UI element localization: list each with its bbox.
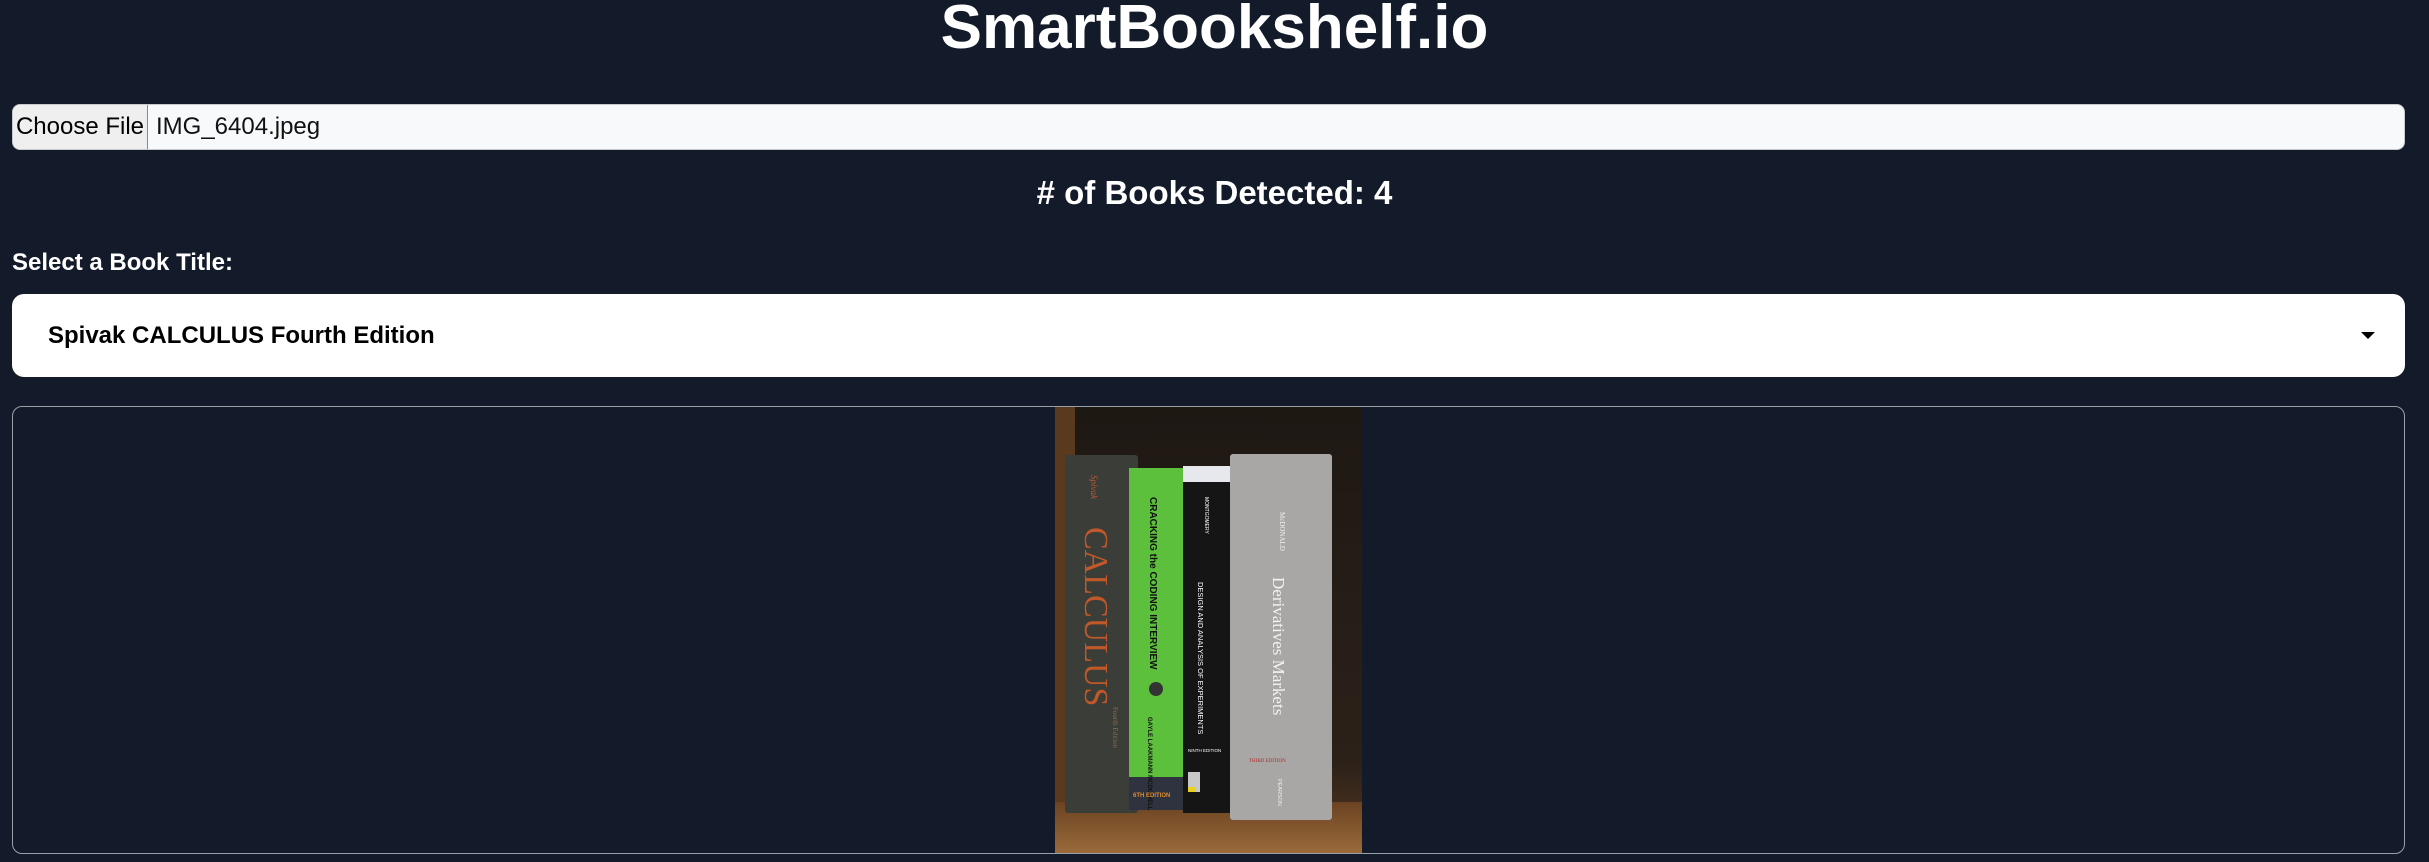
app-title: SmartBookshelf.io bbox=[940, 0, 1489, 62]
book-title-select-label: Select a Book Title: bbox=[12, 249, 233, 276]
books-detected-count: # of Books Detected: 4 bbox=[1036, 174, 1393, 211]
book-author: Spivak bbox=[1089, 475, 1099, 500]
book-title: DESIGN AND ANALYSIS OF EXPERIMENTS bbox=[1196, 582, 1205, 734]
book-edition: 6TH EDITION bbox=[1133, 793, 1170, 799]
book-calculus: Spivak CALCULUS Fourth Edition bbox=[1065, 455, 1138, 813]
bookshelf-photo: Spivak CALCULUS Fourth Edition CRACKING … bbox=[1055, 407, 1362, 853]
book-title: CRACKING the CODING INTERVIEW bbox=[1147, 497, 1158, 670]
book-edition: NINTH EDITION bbox=[1188, 748, 1221, 753]
book-cracking-coding-interview: CRACKING the CODING INTERVIEW GAYLE LAAK… bbox=[1129, 468, 1187, 811]
book-author: MONTGOMERY bbox=[1203, 497, 1209, 535]
file-input[interactable]: Choose File IMG_6404.jpeg bbox=[12, 104, 2405, 150]
choose-file-button[interactable]: Choose File bbox=[13, 105, 148, 149]
chevron-down-icon bbox=[2361, 332, 2375, 339]
book-edition: THIRD EDITION bbox=[1249, 759, 1286, 764]
selected-file-name: IMG_6404.jpeg bbox=[156, 113, 321, 140]
book-title-select[interactable]: Spivak CALCULUS Fourth Edition bbox=[12, 294, 2405, 377]
book-title: CALCULUS bbox=[1077, 527, 1114, 706]
book-derivatives-markets: McDONALD Derivatives Markets THIRD EDITI… bbox=[1230, 454, 1332, 820]
book-design-analysis-experiments: MONTGOMERY DESIGN AND ANALYSIS OF EXPERI… bbox=[1183, 466, 1233, 813]
book-publisher: PEARSON bbox=[1276, 779, 1282, 806]
book-edition: Fourth Edition bbox=[1111, 707, 1119, 749]
book-title: Derivatives Markets bbox=[1269, 577, 1288, 715]
selected-book-title: Spivak CALCULUS Fourth Edition bbox=[48, 321, 435, 349]
book-author: McDONALD bbox=[1278, 512, 1286, 551]
image-panel: Spivak CALCULUS Fourth Edition CRACKING … bbox=[12, 406, 2405, 854]
